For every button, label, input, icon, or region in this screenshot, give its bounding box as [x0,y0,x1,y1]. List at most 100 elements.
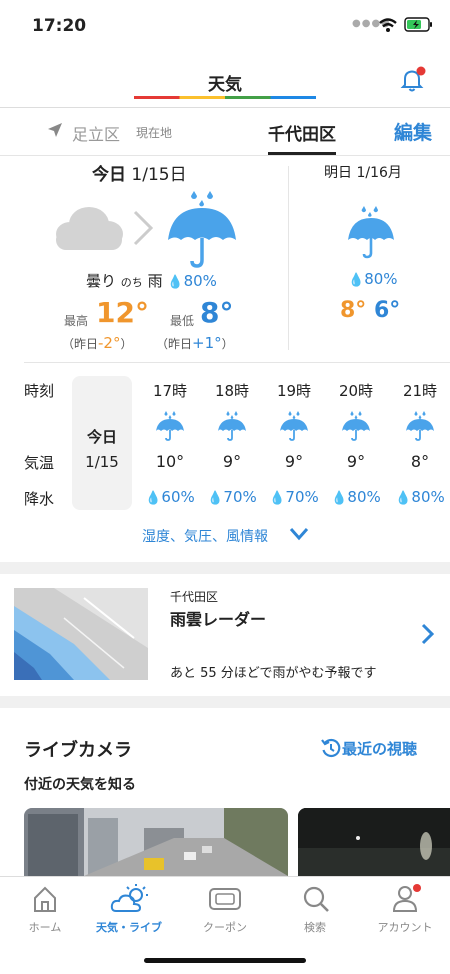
nav-weather-live[interactable]: 天気・ライブ [84,877,174,947]
app-header: 天気 [0,52,450,108]
hour-time: 19時 [276,382,312,400]
hour-weather-icon [264,410,324,446]
chevron-down-icon[interactable] [288,526,310,542]
radar-message: あと 55 分ほどで雨がやむ予報です [170,666,377,681]
hour-time: 18時 [214,382,250,400]
notification-bell-icon[interactable] [399,66,427,94]
live-camera-title: ライブカメラ [24,740,132,761]
more-info-link[interactable]: 湿度、気圧、風情報 [142,526,268,546]
nav-search[interactable]: 検索 [270,877,360,947]
camera-thumbnail-1[interactable] [24,808,288,876]
home-icon [34,886,56,912]
drop-icon: 💧 [207,491,224,506]
radar-title[interactable]: 雨雲レーダー [170,606,266,630]
hourly-day-date: 1/15 [85,453,119,471]
low-diff: （昨日+1°） [156,334,234,352]
radar-area: 千代田区 [170,590,219,604]
edit-button[interactable]: 編集 [394,118,432,145]
rain-umbrella-icon [218,411,246,441]
chevron-right-icon[interactable] [420,622,436,646]
rain-umbrella-icon [168,191,236,268]
column-divider [288,166,289,350]
tomorrow-precip-row: 💧80% [348,270,398,288]
radar-thumbnail[interactable] [14,588,148,680]
high-diff-value: -2° [98,334,121,352]
tab-current-location[interactable]: 足立区 [72,121,120,145]
hourly-day-label: 今日 [86,428,117,446]
title-color-bar [134,96,316,99]
nav-account-label: アカウント [377,921,433,934]
status-bar: 17:20 ●●●● [0,0,450,52]
hour-precip-value: 70% [285,488,319,506]
section-separator [0,562,450,574]
temp-row-label: 気温 [24,454,55,472]
tomorrow-temps: 8° 6° [340,298,400,323]
hour-precip-value: 70% [223,488,257,506]
location-arrow-icon [48,123,62,137]
drop-icon: 💧 [269,491,286,506]
hour-precip: 💧70% [264,488,324,506]
hour-temp: 9° [284,452,304,471]
tab-selected-location[interactable]: 千代田区 [268,120,336,145]
today-date: 今日 1/15日 [92,160,187,185]
tomorrow-precip: 80% [364,270,398,288]
section-separator [0,696,450,708]
tomorrow-rain-umbrella-icon [348,206,394,259]
rain-umbrella-icon [280,411,308,441]
hour-weather-icon [202,410,262,446]
today-label: 今日 [92,165,126,185]
nav-account[interactable]: アカウント [360,877,450,947]
selected-tab-underline [268,152,336,155]
today-low-temp: 8° [200,296,234,329]
nav-search-label: 検索 [304,921,326,934]
nav-home[interactable]: ホーム [0,877,90,947]
hour-precip-value: 60% [161,488,195,506]
nearby-weather-subtitle: 付近の天気を知る [24,777,136,793]
condition-next: 雨 [147,272,163,290]
battery-icon [404,17,432,32]
hour-weather-icon [140,410,200,446]
low-diff-value: +1° [192,334,222,352]
hour-precip-value: 80% [347,488,381,506]
radar-map-image [14,588,148,680]
divider [24,362,450,363]
city-camera-image [24,808,288,876]
chevron-right-icon [133,210,154,246]
cloudy-icon [56,207,123,250]
location-tabs: 足立区 現在地 千代田区 編集 [0,108,450,156]
tomorrow-low: 6° [373,298,401,323]
hour-temp: 10° [155,452,185,471]
nav-coupon[interactable]: クーポン [180,877,270,947]
today-date-value: 1/15日 [131,165,187,185]
recent-views-link[interactable]: 最近の視聴 [342,738,417,759]
nav-coupon-label: クーポン [203,921,247,934]
today-high-temp: 12° [96,296,149,329]
hour-time: 17時 [152,382,188,400]
hour-precip: 💧60% [140,488,200,506]
drop-icon: 💧 [145,491,162,506]
drop-icon: 💧 [395,491,412,506]
wifi-icon [379,18,397,32]
hour-temp: 8° [410,452,430,471]
rain-umbrella-icon [342,411,370,441]
hour-precip: 💧70% [202,488,262,506]
condition-suffix: のち [120,276,143,289]
low-diff-suffix: ） [221,337,234,351]
low-label: 最低 [170,314,195,328]
high-diff-suffix: ） [120,337,133,351]
hour-temp: 9° [346,452,366,471]
drop-icon: 💧 [348,273,365,288]
hour-weather-icon [326,410,386,446]
precip-row-label: 降水 [24,490,55,508]
night-camera-image [298,808,450,876]
current-location-label: 現在地 [136,126,173,140]
camera-thumbnail-2[interactable] [298,808,450,876]
hour-temp: 9° [222,452,242,471]
condition-text: 曇り [86,272,117,290]
history-icon[interactable] [320,737,342,759]
tomorrow-high: 8° [340,298,367,323]
drop-icon: 💧 [331,491,348,506]
today-precip: 80% [183,272,217,290]
drop-icon: 💧 [167,275,184,290]
high-diff: （昨日-2°） [62,334,133,352]
